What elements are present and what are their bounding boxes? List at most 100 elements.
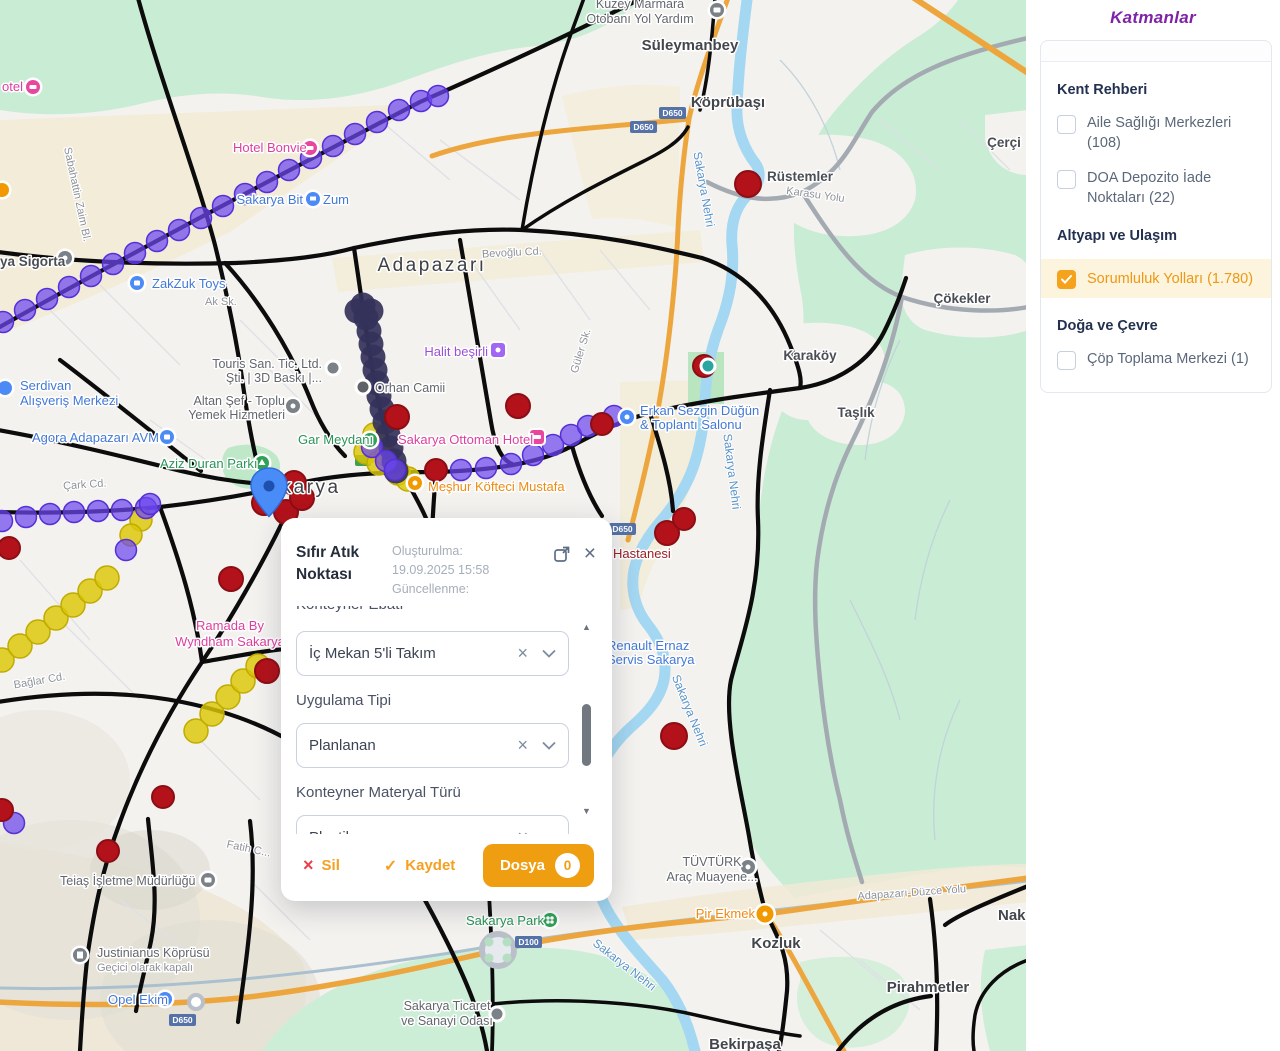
castle-icon [71, 946, 90, 965]
checkbox-checked[interactable] [1057, 270, 1076, 289]
clear-icon[interactable]: × [517, 643, 528, 664]
map-poi-label: Hotel Bonvie [233, 140, 307, 155]
map-poi-label: Otobanı Yol Yardım [586, 12, 693, 26]
scroll-down-icon[interactable]: ▼ [582, 806, 591, 816]
map-poi-label: Ramada By [196, 618, 264, 633]
map-place-label: Süleymanbey [642, 37, 739, 54]
map-poi-label: Sakarya Park [466, 913, 545, 928]
delete-label: Sil [322, 857, 340, 874]
section-header-doga-cevre: Doğa ve Çevre [1057, 318, 1255, 334]
layer-item-aile-sagligi[interactable]: Aile Sağlığı Merkezleri (108) [1057, 113, 1255, 153]
uygulama-tipi-select[interactable]: Planlanan × [296, 723, 569, 768]
scroll-up-icon[interactable]: ▲ [582, 622, 591, 632]
chevron-down-icon[interactable] [542, 645, 556, 663]
map-poi-label: Sakarya Ticaret [404, 999, 491, 1013]
utility-icon [199, 871, 218, 890]
popup-form-scroll-area: Konteyner Ebatı İç Mekan 5'li Takım × Uy… [296, 606, 597, 834]
poi-icon [700, 358, 717, 375]
expand-icon[interactable] [553, 545, 571, 568]
popup-title-line1: Sıfır Atık [296, 542, 388, 564]
map-poi-label: Yemek Hizmetleri [188, 408, 285, 422]
delete-x-icon: × [303, 855, 314, 876]
map-poi-label: Servis Sakarya [607, 652, 695, 667]
checkbox-unchecked[interactable] [1057, 115, 1076, 134]
select-value: Plastik [309, 829, 517, 834]
checkbox-unchecked[interactable] [1057, 351, 1076, 370]
konteyner-ebati-select[interactable]: İç Mekan 5'li Takım × [296, 631, 569, 676]
map-poi-label: Renault Ernaz [607, 638, 689, 653]
map-place-label: Karaköy [783, 348, 837, 363]
mosque-icon [355, 379, 372, 396]
clear-icon[interactable]: × [517, 735, 528, 756]
popup-meta: Oluşturulma: 19.09.2025 15:58 Güncellenm… [388, 542, 553, 598]
map-place-label: Rüstemler [767, 169, 834, 184]
pin-icon [325, 360, 342, 377]
map-place-label: Pirahmetler [887, 979, 970, 996]
venue-icon [618, 408, 637, 427]
save-check-icon: ✓ [384, 856, 397, 876]
map-street-label: Ak Sk. [205, 296, 237, 308]
updated-label: Güncellenme: [392, 580, 553, 599]
map-poi-label: Geçici olarak kapalı [97, 962, 193, 974]
popup-scrollbar[interactable]: ▲ ▼ [579, 606, 597, 834]
map-poi-label: Şti. | 3D Baskı |... [226, 371, 322, 385]
layer-item-doa-depozito[interactable]: DOA Depozito İade Noktaları (22) [1057, 168, 1255, 208]
hotel-icon [24, 78, 43, 97]
map-place-label: Bekirpaşa [709, 1036, 781, 1051]
map-poi-label: ve Sanayi Odası [401, 1014, 493, 1028]
shopping-cart-icon [304, 190, 323, 209]
map-poi-label: Opel Ekim [108, 992, 168, 1007]
map-place-label: Taşlık [837, 405, 875, 420]
map-poi-label: Gar Meydanı [298, 432, 373, 447]
delete-button[interactable]: × Sil [303, 855, 340, 876]
popup-title-line2: Noktası [296, 564, 388, 586]
map-poi-label: & Toplantı Salonu [640, 417, 742, 432]
map-poi-label: Kuzey Marmara [596, 0, 684, 11]
map-poi-label: Hastanesi [613, 546, 671, 561]
clear-icon[interactable]: × [517, 827, 528, 834]
checkbox-unchecked[interactable] [1057, 170, 1076, 189]
map-poi-label: Wyndham Sakarya [175, 634, 285, 649]
road-shield: D100 [518, 937, 539, 947]
layer-item-cop-toplama[interactable]: Çöp Toplama Merkezi (1) [1057, 349, 1255, 370]
layer-label: Aile Sağlığı Merkezleri (108) [1087, 113, 1255, 153]
field-label-clipped: Konteyner Ebatı [296, 606, 569, 617]
roadside-assistance-icon [708, 1, 727, 20]
layer-label: DOA Depozito İade Noktaları (22) [1087, 168, 1255, 208]
layers-card-header [1041, 41, 1271, 62]
map-place-label: Çökekler [933, 291, 991, 306]
save-label: Kaydet [405, 857, 455, 874]
shopping-bag-icon [128, 274, 147, 293]
map-poi-label: TÜVTÜRK [682, 855, 742, 869]
file-button[interactable]: Dosya 0 [483, 844, 594, 887]
layer-item-sorumluluk-yollari[interactable]: Sorumluluk Yolları (1.780) [1041, 259, 1271, 298]
chevron-down-icon[interactable] [542, 829, 556, 835]
map-poi-label: Justinianus Köprüsü [97, 946, 210, 960]
chevron-down-icon[interactable] [542, 737, 556, 755]
road-shield: D650 [662, 108, 683, 118]
map-poi-label: Zum [323, 192, 349, 207]
popup-title: Sıfır Atık Noktası [296, 542, 388, 598]
map-poi-label: Sakarya Ottoman Hotel [398, 432, 533, 447]
scrollbar-thumb[interactable] [582, 704, 591, 766]
map-poi-label: Halit beşirli [424, 344, 488, 359]
map-poi-label: Teiaş İşletme Müdürlüğü [60, 874, 196, 888]
close-icon[interactable]: × [584, 545, 596, 562]
layers-panel-title: Katmanlar [1026, 0, 1280, 28]
map-poi-label: Touris San. Tic. Ltd. [212, 357, 322, 371]
popup-header: Sıfır Atık Noktası Oluşturulma: 19.09.20… [281, 518, 612, 598]
field-label: Uygulama Tipi [296, 692, 569, 709]
save-button[interactable]: ✓ Kaydet [384, 856, 455, 876]
map-poi-label: Araç Muayene... [666, 870, 757, 884]
konteyner-materyal-select[interactable]: Plastik × [296, 815, 569, 834]
bakery-icon [754, 903, 776, 925]
select-value: Planlanan [309, 737, 517, 754]
map-poi-label: Erkan Sezgin Düğün [640, 403, 759, 418]
restaurant-icon [406, 474, 425, 493]
map-poi-label: Aziz Duran Parkı [160, 456, 258, 471]
check-icon [1061, 275, 1072, 284]
road-shield: D650 [633, 122, 654, 132]
section-header-altyapi: Altyapı ve Ulaşım [1057, 228, 1255, 244]
created-value: 19.09.2025 15:58 [392, 561, 553, 580]
layer-label: Çöp Toplama Merkezi (1) [1087, 349, 1249, 370]
